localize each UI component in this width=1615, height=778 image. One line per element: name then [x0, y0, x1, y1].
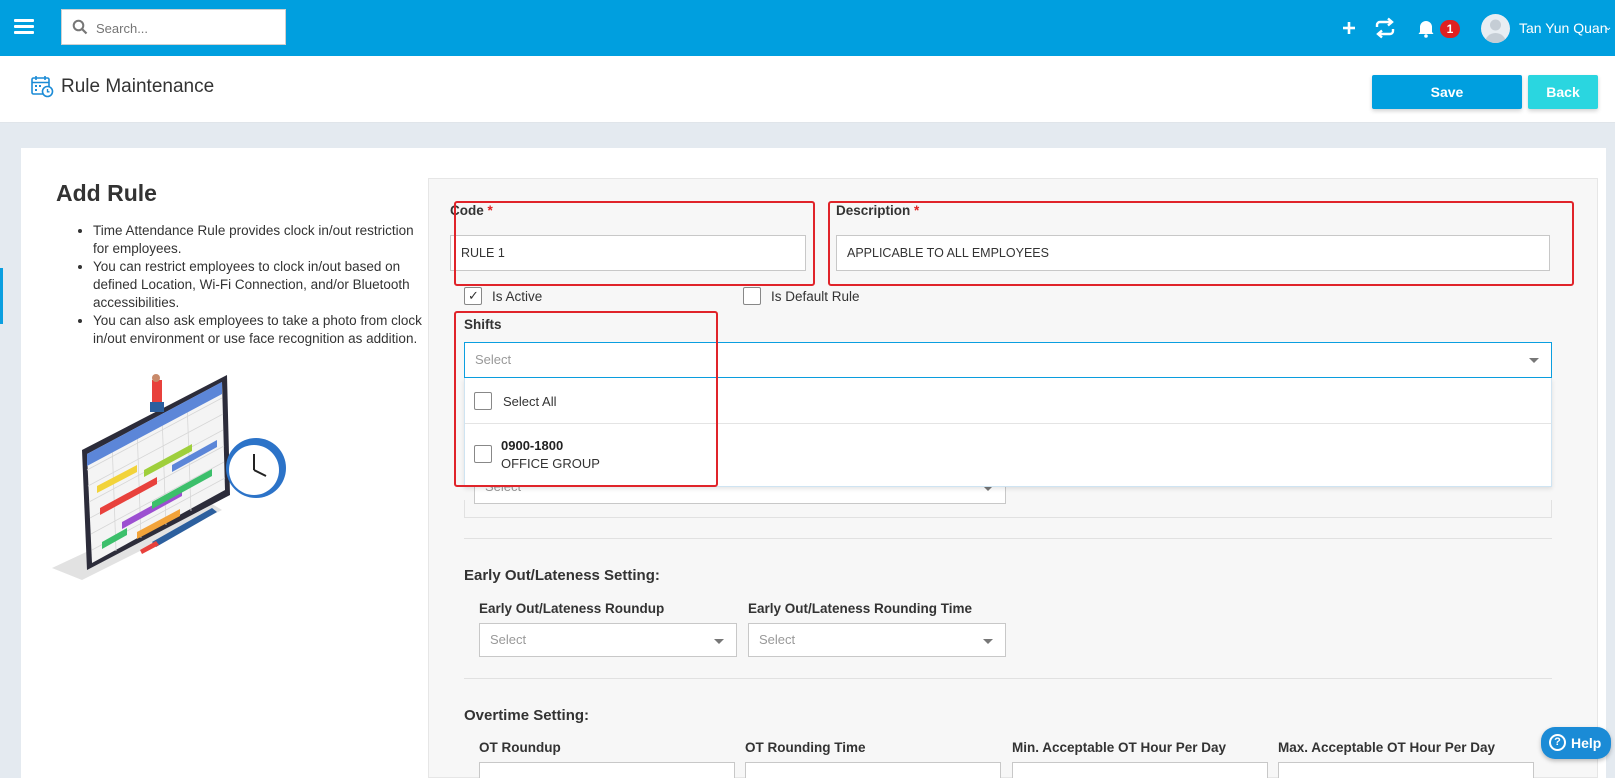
sync-icon[interactable] — [1373, 16, 1397, 40]
help-button[interactable]: ? Help — [1541, 727, 1611, 759]
menu-icon[interactable] — [14, 19, 34, 35]
is-active-label: Is Active — [492, 289, 543, 304]
top-bar: 1 Tan Yun Quan ⌄ — [0, 0, 1615, 56]
scroll-indicator — [0, 268, 3, 324]
section-box — [464, 500, 1552, 518]
max-ot-input[interactable] — [1278, 762, 1534, 778]
early-out-roundup-select[interactable]: Select — [479, 623, 737, 657]
dropdown-arrow-icon — [983, 639, 993, 644]
check-icon: ✓ — [468, 288, 479, 303]
search-icon — [72, 19, 88, 35]
info-bullet: You can also ask employees to take a pho… — [93, 312, 432, 348]
is-default-checkbox[interactable] — [743, 287, 761, 305]
is-default-label: Is Default Rule — [771, 289, 860, 304]
back-button[interactable]: Back — [1528, 75, 1598, 109]
ot-rounding-time-label: OT Rounding Time — [745, 740, 866, 755]
dropdown-arrow-icon — [1529, 358, 1539, 363]
min-ot-input[interactable] — [1012, 762, 1268, 778]
page-title: Rule Maintenance — [61, 76, 215, 97]
search-box[interactable] — [61, 9, 286, 45]
ot-roundup-label: OT Roundup — [479, 740, 561, 755]
search-input[interactable] — [96, 18, 276, 38]
early-out-roundup-label: Early Out/Lateness Roundup — [479, 601, 665, 616]
page-header: Rule Maintenance Save Back — [0, 56, 1615, 123]
info-bullet: Time Attendance Rule provides clock in/o… — [93, 222, 432, 258]
max-ot-label: Max. Acceptable OT Hour Per Day — [1278, 740, 1496, 755]
chevron-down-icon[interactable]: ⌄ — [1604, 22, 1612, 33]
dropdown-arrow-icon — [714, 639, 724, 644]
bell-icon[interactable] — [1414, 16, 1438, 40]
ot-rounding-time-select[interactable] — [745, 762, 1001, 778]
early-out-rounding-time-select[interactable]: Select — [748, 623, 1006, 657]
early-out-rounding-time-label: Early Out/Lateness Rounding Time — [748, 601, 973, 616]
plus-icon[interactable] — [1337, 16, 1361, 40]
highlight-box-code — [454, 201, 815, 286]
question-icon: ? — [1549, 734, 1566, 751]
info-bullet: You can restrict employees to clock in/o… — [93, 258, 432, 312]
early-out-section-title: Early Out/Lateness Setting: — [464, 567, 660, 584]
min-ot-label: Min. Acceptable OT Hour Per Day — [1012, 740, 1227, 755]
select-placeholder: Select — [490, 632, 527, 647]
divider — [464, 538, 1552, 539]
info-list: Time Attendance Rule provides clock in/o… — [72, 222, 432, 348]
calendar-clock-icon — [31, 76, 54, 98]
user-name[interactable]: Tan Yun Quan — [1519, 20, 1607, 36]
help-label: Help — [1571, 735, 1602, 751]
highlight-box-shifts — [454, 311, 718, 487]
user-avatar[interactable] — [1481, 14, 1510, 43]
section-title: Add Rule — [56, 180, 157, 206]
overtime-section-title: Overtime Setting: — [464, 707, 590, 724]
select-placeholder: Select — [759, 632, 796, 647]
schedule-illustration — [52, 374, 286, 580]
highlight-box-description — [828, 201, 1574, 286]
divider — [464, 678, 1552, 679]
save-button[interactable]: Save — [1372, 75, 1522, 109]
notification-badge: 1 — [1440, 20, 1460, 38]
is-active-checkbox[interactable]: ✓ — [464, 287, 482, 305]
ot-roundup-select[interactable] — [479, 762, 735, 778]
